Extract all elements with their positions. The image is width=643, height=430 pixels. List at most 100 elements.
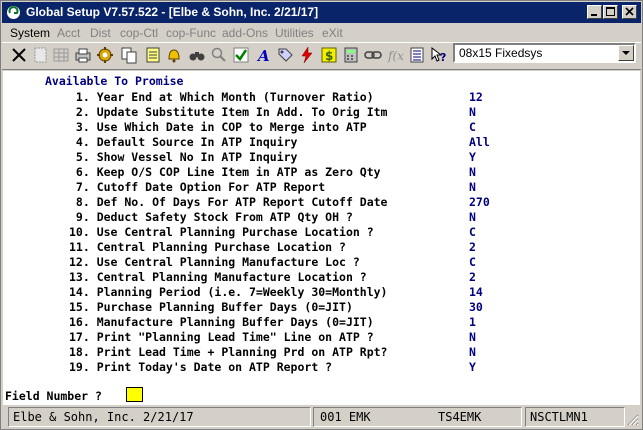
- tool-grid-button[interactable]: [52, 46, 70, 64]
- gear-icon: [97, 47, 113, 63]
- tool-find-button[interactable]: [188, 46, 206, 64]
- svg-text:?: ?: [440, 51, 446, 64]
- status-program: NSCTLMN1: [525, 407, 625, 427]
- field-value: Y: [469, 360, 476, 374]
- magnifier-icon: [211, 47, 226, 62]
- tool-notes-button[interactable]: [144, 46, 162, 64]
- field-number-input[interactable]: [126, 387, 143, 402]
- field-value: 270: [469, 195, 490, 209]
- tool-link-button[interactable]: [364, 46, 382, 64]
- menu-utilities[interactable]: Utilities: [275, 26, 314, 40]
- field-label: 12. Use Central Planning Manufacture Loc…: [69, 255, 360, 269]
- field-row-17: 17. Print "Planning Lead Time" Line on A…: [69, 330, 629, 345]
- tool-help-button[interactable]: ?: [430, 46, 448, 64]
- new-document-icon: [34, 47, 47, 63]
- tool-dollar-button[interactable]: $: [320, 46, 338, 64]
- field-label: 8. Def No. Of Days For ATP Report Cutoff…: [69, 195, 388, 209]
- field-label: 17. Print "Planning Lead Time" Line on A…: [69, 330, 374, 344]
- field-number-prompt: Field Number ?: [5, 389, 102, 403]
- menu-cop-func[interactable]: cop-Func: [166, 26, 216, 40]
- maximize-icon: [606, 7, 615, 16]
- field-row-5: 5. Show Vessel No In ATP Inquiry Y: [69, 150, 629, 165]
- field-row-13: 13. Central Planning Manufacture Locatio…: [69, 270, 629, 285]
- field-label: 6. Keep O/S COP Line Item in ATP as Zero…: [69, 165, 381, 179]
- tool-font-button[interactable]: A: [254, 46, 272, 64]
- tool-function-button[interactable]: f(x): [386, 46, 404, 64]
- field-value: 1: [469, 315, 476, 329]
- close-button[interactable]: [622, 5, 637, 19]
- close-icon: [625, 7, 634, 16]
- field-label: 7. Cutoff Date Option For ATP Report: [69, 180, 326, 194]
- terminal-screen[interactable]: Available To Promise 1. Year End at Whic…: [3, 71, 640, 405]
- field-label: 15. Purchase Planning Buffer Days (0=JIT…: [69, 300, 353, 314]
- tool-alert-button[interactable]: [165, 46, 183, 64]
- menu-exit[interactable]: eXit: [322, 26, 343, 40]
- font-select-dropdown-button[interactable]: [618, 45, 634, 61]
- field-row-9: 9. Deduct Safety Stock From ATP Qty OH ?…: [69, 210, 629, 225]
- tool-tag-button[interactable]: [276, 46, 294, 64]
- field-label: 1. Year End at Which Month (Turnover Rat…: [69, 90, 374, 104]
- tool-print-button[interactable]: [74, 46, 92, 64]
- lightning-icon: [301, 46, 313, 64]
- field-label: 5. Show Vessel No In ATP Inquiry: [69, 150, 298, 164]
- status-company: Elbe & Sohn, Inc. 2/21/17: [8, 407, 311, 427]
- field-value: N: [469, 210, 476, 224]
- status-bar: Elbe & Sohn, Inc. 2/21/17 001 EMK TS4EMK…: [2, 406, 641, 428]
- tool-zoom-button[interactable]: [210, 46, 228, 64]
- field-label: 18. Print Lead Time + Planning Prd on AT…: [69, 345, 388, 359]
- checkmark-icon: [233, 47, 249, 63]
- tool-new-button[interactable]: [32, 46, 50, 64]
- menu-acct[interactable]: Acct: [57, 26, 80, 40]
- field-label: 13. Central Planning Manufacture Locatio…: [69, 270, 367, 284]
- field-label: 19. Print Today's Date on ATP Report ?: [69, 360, 333, 374]
- maximize-button[interactable]: [603, 5, 618, 19]
- status-terminal-text: TS4EMK: [438, 410, 482, 424]
- field-row-16: 16. Manufacture Planning Buffer Days (0=…: [69, 315, 629, 330]
- tool-copy-button[interactable]: [120, 46, 138, 64]
- tool-list-button[interactable]: [408, 46, 426, 64]
- chevron-down-icon: [622, 51, 630, 55]
- field-label: 2. Update Substitute Item In Add. To Ori…: [69, 105, 388, 119]
- tool-calc-button[interactable]: [342, 46, 360, 64]
- field-row-18: 18. Print Lead Time + Planning Prd on AT…: [69, 345, 629, 360]
- tool-check-button[interactable]: [232, 46, 250, 64]
- resize-grip-icon[interactable]: [627, 414, 639, 426]
- field-row-1: 1. Year End at Which Month (Turnover Rat…: [69, 90, 629, 105]
- status-session: 001 EMK TS4EMK: [313, 407, 522, 427]
- menu-cop-ctl[interactable]: cop-Ctl: [120, 26, 158, 40]
- field-row-10: 10. Use Central Planning Purchase Locati…: [69, 225, 629, 240]
- field-value: N: [469, 180, 476, 194]
- dollar-icon: $: [321, 47, 337, 63]
- minimize-button[interactable]: [587, 5, 602, 19]
- menu-system[interactable]: System: [10, 26, 50, 40]
- field-value: 14: [469, 285, 483, 299]
- field-row-2: 2. Update Substitute Item In Add. To Ori…: [69, 105, 629, 120]
- status-company-text: Elbe & Sohn, Inc. 2/21/17: [13, 410, 194, 424]
- field-value: C: [469, 225, 476, 239]
- menu-add-ons[interactable]: add-Ons: [222, 26, 268, 40]
- font-select-value: 08x15 Fixedsys: [459, 46, 543, 60]
- field-value: 2: [469, 240, 476, 254]
- notepad-icon: [146, 47, 160, 63]
- svg-text:A: A: [256, 47, 270, 64]
- field-row-3: 3. Use Which Date in COP to Merge into A…: [69, 120, 629, 135]
- font-select[interactable]: 08x15 Fixedsys: [453, 43, 636, 63]
- menu-bar: System Acct Dist cop-Ctl cop-Func add-On…: [2, 24, 641, 42]
- grid-icon: [53, 48, 69, 62]
- title-bar[interactable]: Global Setup V7.57.522 - [Elbe & Sohn, I…: [2, 2, 641, 23]
- field-value: N: [469, 330, 476, 344]
- tool-close-button[interactable]: [10, 46, 28, 64]
- copy-icon: [121, 47, 137, 64]
- field-value: 30: [469, 300, 483, 314]
- field-label: 10. Use Central Planning Purchase Locati…: [69, 225, 374, 239]
- menu-dist[interactable]: Dist: [90, 26, 111, 40]
- status-program-text: NSCTLMN1: [530, 410, 588, 424]
- field-label: 16. Manufacture Planning Buffer Days (0=…: [69, 315, 374, 329]
- field-label: 11. Central Planning Purchase Location ?: [69, 240, 346, 254]
- field-row-14: 14. Planning Period (i.e. 7=Weekly 30=Mo…: [69, 285, 629, 300]
- tag-icon: [278, 48, 293, 62]
- tool-lightning-button[interactable]: [298, 46, 316, 64]
- tool-settings-button[interactable]: [96, 46, 114, 64]
- field-value: 2: [469, 270, 476, 284]
- chain-link-icon: [364, 51, 382, 59]
